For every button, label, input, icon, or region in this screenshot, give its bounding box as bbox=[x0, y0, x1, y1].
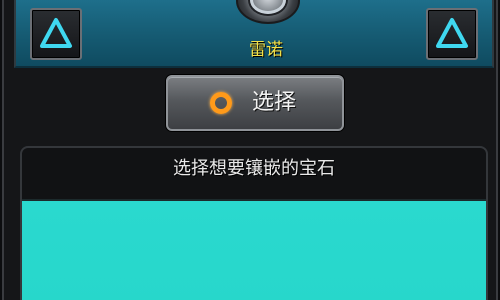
next-character-button[interactable] bbox=[426, 8, 478, 60]
gem-panel-title: 选择想要镶嵌的宝石 bbox=[173, 158, 335, 179]
character-name: 雷诺 bbox=[249, 40, 283, 60]
gem-inlay-window: 雷诺 选择 选择想要镶嵌的宝石 bbox=[2, 0, 498, 300]
gem-selection-panel: 选择想要镶嵌的宝石 bbox=[20, 146, 488, 300]
orange-ring-icon bbox=[210, 92, 232, 114]
select-button[interactable]: 选择 bbox=[166, 75, 344, 131]
triangle-up-icon bbox=[436, 18, 468, 48]
previous-character-button[interactable] bbox=[30, 8, 82, 60]
gem-list[interactable] bbox=[22, 199, 486, 300]
select-button-label: 选择 bbox=[252, 90, 297, 115]
avatar-ring bbox=[250, 0, 286, 14]
character-avatar bbox=[236, 0, 300, 24]
triangle-up-icon bbox=[40, 18, 72, 48]
character-panel: 雷诺 bbox=[14, 0, 494, 68]
